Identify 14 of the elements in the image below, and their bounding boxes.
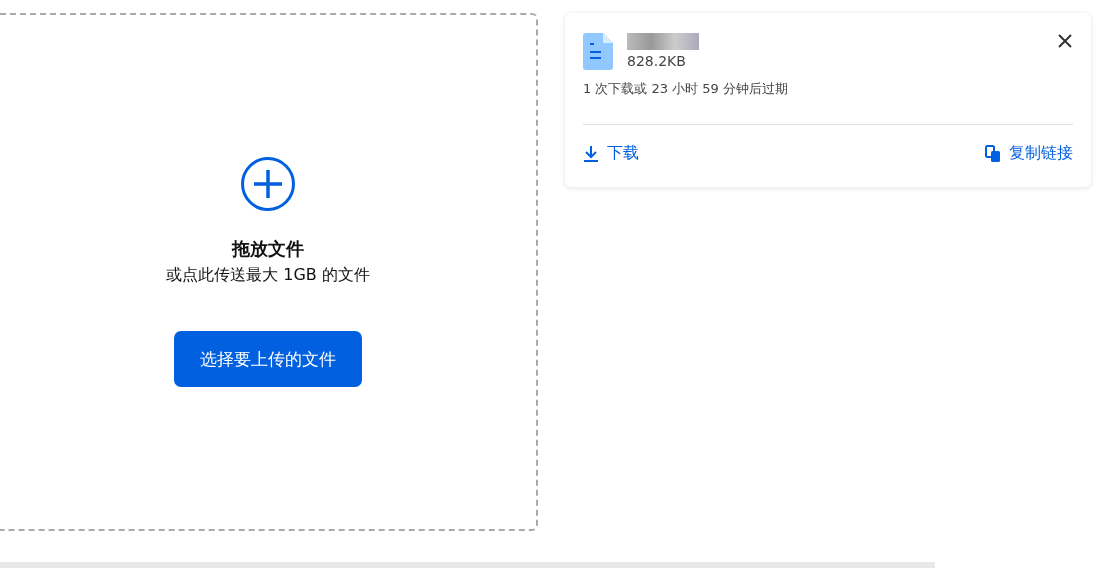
choose-file-button[interactable]: 选择要上传的文件 [174,331,362,387]
drop-zone[interactable]: 拖放文件 或点此传送最大 1GB 的文件 选择要上传的文件 [0,13,538,531]
download-icon [583,145,599,162]
download-link[interactable]: 下载 [583,143,639,164]
document-icon [583,33,613,70]
copy-icon [985,144,1001,163]
expiry-text: 1 次下载或 23 小时 59 分钟后过期 [583,80,790,98]
blurred-filename-placeholder [627,33,699,50]
file-size: 828.2KB [627,53,687,69]
drop-title: 拖放文件 [232,237,304,261]
close-button[interactable] [1057,33,1073,49]
copy-link-button[interactable]: 复制链接 [985,143,1073,164]
add-icon [241,157,295,211]
drop-hint: 或点此传送最大 1GB 的文件 [166,265,370,286]
